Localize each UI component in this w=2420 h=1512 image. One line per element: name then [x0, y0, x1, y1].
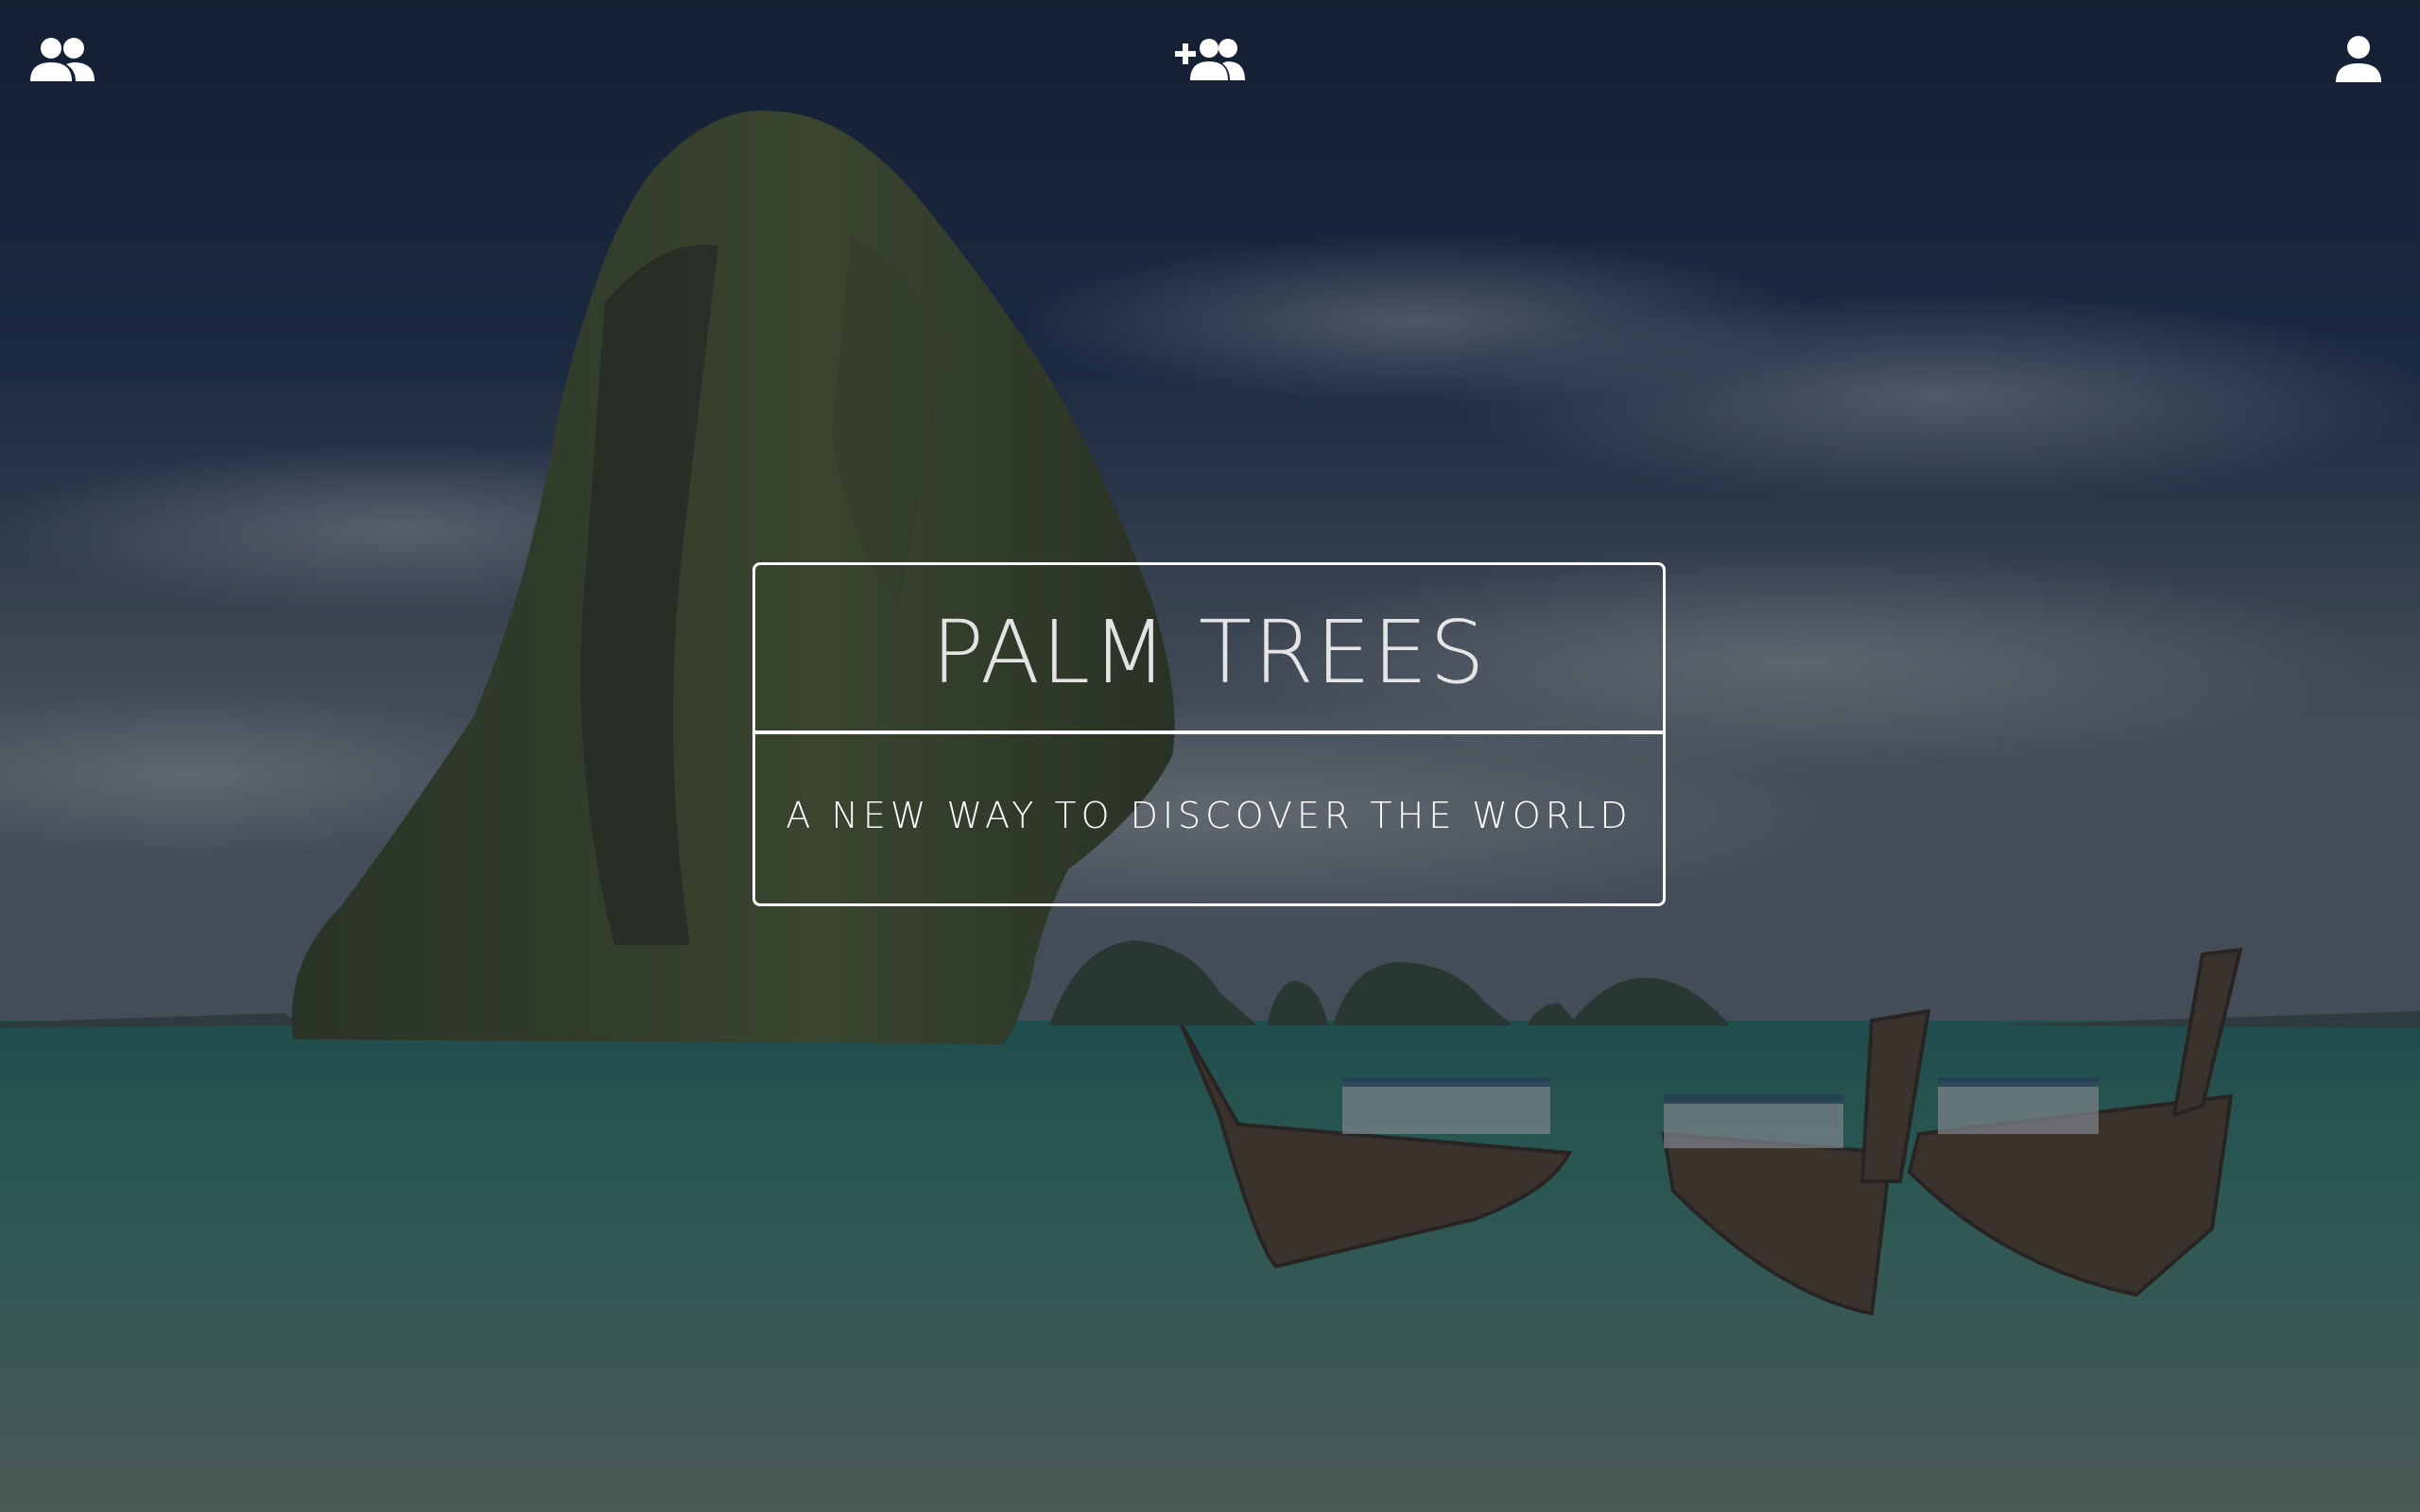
profile-button[interactable]: [2325, 26, 2392, 93]
people-group-icon: [30, 38, 95, 81]
add-friend-icon: [1175, 39, 1245, 80]
hero-title: PALM TREES: [931, 602, 1487, 703]
user-profile-icon: [2336, 36, 2381, 82]
title-divider: [755, 730, 1663, 734]
add-friend-button[interactable]: [1168, 26, 1252, 93]
hero-subtitle: A NEW WAY TO DISCOVER THE WORLD: [786, 795, 1633, 836]
hero-title-box: PALM TREES A NEW WAY TO DISCOVER THE WOR…: [752, 562, 1666, 906]
friends-button[interactable]: [23, 26, 102, 93]
app-screen: PALM TREES A NEW WAY TO DISCOVER THE WOR…: [0, 0, 2420, 1512]
